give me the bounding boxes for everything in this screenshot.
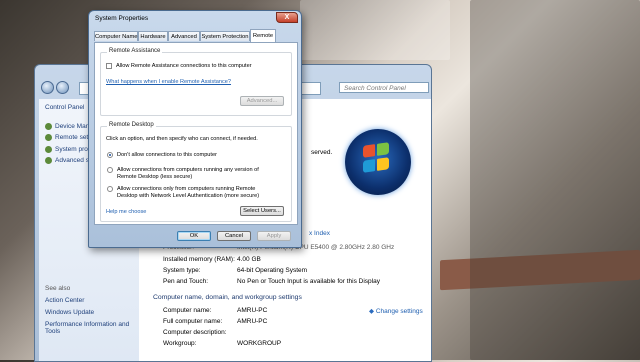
ram-label: Installed memory (RAM):	[163, 256, 235, 263]
ram-value: 4.00 GB	[237, 256, 261, 263]
back-button[interactable]	[41, 81, 54, 94]
see-also-windows-update[interactable]: Windows Update	[45, 309, 94, 316]
forward-button[interactable]	[56, 81, 69, 94]
reserved-text: served.	[311, 149, 333, 156]
see-also-tools[interactable]: Tools	[45, 328, 60, 335]
computer-description-label: Computer description:	[163, 329, 227, 336]
allow-any-version-label-line2: Remote Desktop (less secure)	[117, 174, 193, 180]
allow-remote-assistance-checkbox[interactable]	[106, 63, 112, 69]
wallpaper-shape	[470, 0, 640, 360]
pen-touch-value: No Pen or Touch Input is available for t…	[237, 278, 380, 285]
allow-any-version-radio[interactable]	[107, 167, 113, 173]
computer-section-title: Computer name, domain, and workgroup set…	[153, 294, 302, 301]
allow-nla-label-line2: Desktop with Network Level Authenticatio…	[117, 193, 260, 199]
help-me-choose-link[interactable]: Help me choose	[106, 209, 146, 215]
shield-icon: ◆	[369, 308, 374, 315]
shield-icon	[45, 123, 52, 130]
remote-desktop-instruction: Click an option, and then specify who ca…	[106, 136, 258, 142]
windows-logo-icon	[345, 129, 411, 195]
select-users-button[interactable]: Select Users...	[240, 206, 284, 216]
tab-advanced[interactable]: Advanced	[168, 31, 200, 41]
dont-allow-radio[interactable]	[107, 152, 113, 158]
full-computer-name-value: AMRU-PC	[237, 318, 268, 325]
apply-button[interactable]: Apply	[257, 231, 291, 241]
see-also-performance-info[interactable]: Performance Information and	[45, 321, 129, 328]
advanced-button[interactable]: Advanced...	[240, 96, 284, 106]
experience-index-link[interactable]: x Index	[309, 230, 330, 237]
allow-remote-assistance-label: Allow Remote Assistance connections to t…	[116, 63, 252, 69]
cancel-button[interactable]: Cancel	[217, 231, 251, 241]
allow-any-version-label: Allow connections from computers running…	[117, 167, 259, 173]
tab-remote[interactable]: Remote	[250, 29, 276, 42]
tab-system-protection[interactable]: System Protection	[200, 31, 250, 41]
full-computer-name-label: Full computer name:	[163, 318, 223, 325]
system-type-value: 64-bit Operating System	[237, 267, 308, 274]
sidebar-home-link[interactable]: Control Panel	[45, 104, 84, 111]
system-properties-dialog: System Properties X Computer Name Hardwa…	[88, 10, 302, 248]
shield-icon	[45, 157, 52, 164]
remote-desktop-group: Remote Desktop Click an option, and then…	[100, 122, 292, 222]
see-also-title: See also	[45, 285, 71, 292]
system-type-label: System type:	[163, 267, 201, 274]
ok-button[interactable]: OK	[177, 231, 211, 241]
remote-desktop-title: Remote Desktop	[107, 122, 156, 128]
computer-name-label: Computer name:	[163, 307, 212, 314]
shield-icon	[45, 134, 52, 141]
allow-nla-label: Allow connections only from computers ru…	[117, 186, 256, 192]
search-input[interactable]: Search Control Panel	[339, 82, 429, 93]
pen-touch-label: Pen and Touch:	[163, 278, 209, 285]
see-also-action-center[interactable]: Action Center	[45, 297, 84, 304]
shield-icon	[45, 146, 52, 153]
dialog-title: System Properties	[95, 15, 149, 22]
workgroup-label: Workgroup:	[163, 340, 197, 347]
remote-assistance-group: Remote Assistance Allow Remote Assistanc…	[100, 48, 292, 116]
tab-hardware[interactable]: Hardware	[138, 31, 168, 41]
computer-name-value: AMRU-PC	[237, 307, 268, 314]
allow-nla-radio[interactable]	[107, 186, 113, 192]
dont-allow-label: Don't allow connections to this computer	[117, 152, 217, 158]
tab-computer-name[interactable]: Computer Name	[94, 31, 138, 41]
wallpaper-shape	[300, 0, 450, 60]
change-settings-link[interactable]: ◆ Change settings	[369, 307, 423, 315]
remote-tab-panel: Remote Assistance Allow Remote Assistanc…	[94, 42, 298, 225]
remote-assistance-help-link[interactable]: What happens when I enable Remote Assist…	[106, 79, 231, 85]
remote-assistance-title: Remote Assistance	[107, 48, 163, 54]
close-button[interactable]: X	[276, 12, 298, 23]
workgroup-value: WORKGROUP	[237, 340, 282, 347]
